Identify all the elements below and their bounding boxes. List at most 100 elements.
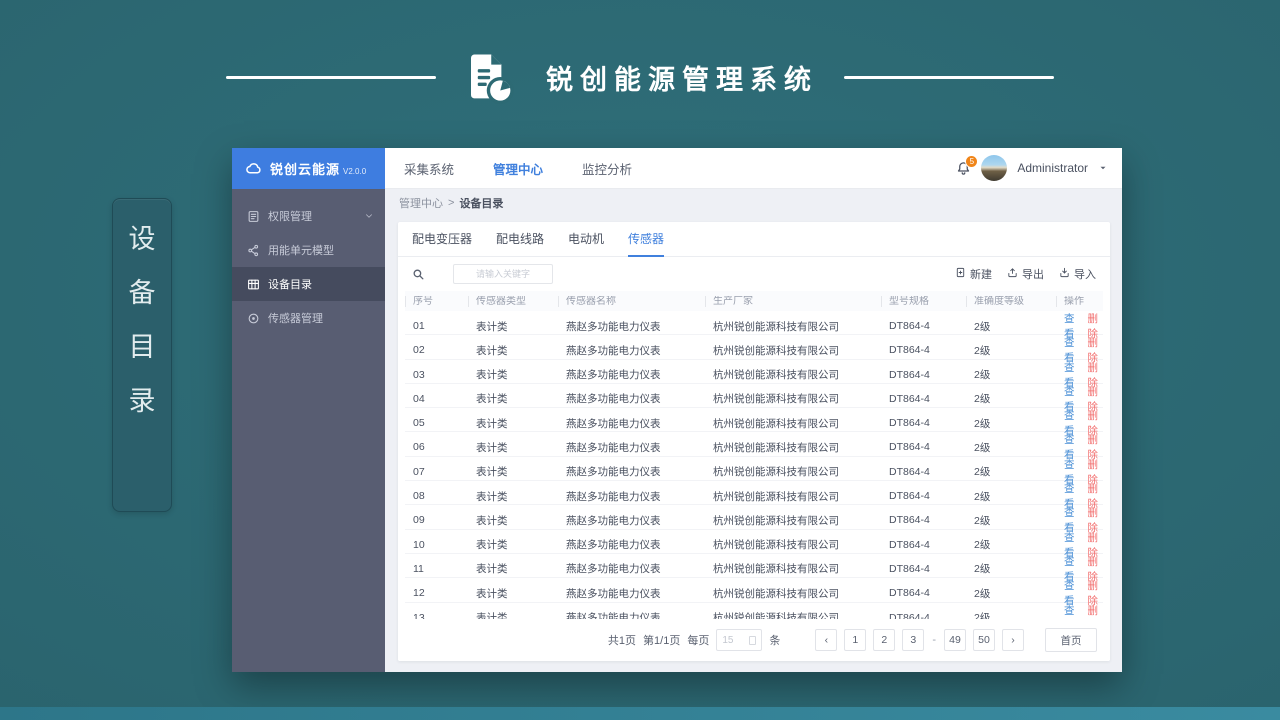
page-button-3[interactable]: 3 (902, 629, 925, 651)
cell-name: 燕赵多功能电力仪表 (566, 393, 661, 406)
page-title: 锐创能源管理系统 (546, 64, 818, 95)
per-page-input[interactable]: 15 (716, 629, 763, 651)
cell-type: 表计类 (476, 490, 508, 503)
table-row: 12 表计类 燕赵多功能电力仪表 杭州锐创能源科技有限公司 DT864-4 2级 查看 删除 (405, 578, 1103, 607)
table-header: 序号 传感器类型 传感器名称 生产厂家 型号规格 准确度等级 操作 (405, 291, 1103, 311)
create-button[interactable]: 新建 (955, 266, 992, 282)
cell-type: 表计类 (476, 466, 508, 479)
page-button-49[interactable]: 49 (944, 629, 966, 651)
sidebar-item-sensor-management[interactable]: 传感器管理 (232, 301, 385, 335)
cell-no: 12 (413, 587, 425, 600)
cloud-icon (245, 160, 263, 178)
column-header: 型号规格 (881, 295, 966, 307)
cell-model: DT864-4 (889, 562, 930, 575)
cell-grade: 2级 (974, 563, 991, 576)
cell-vendor: 杭州锐创能源科技有限公司 (713, 344, 839, 357)
import-button[interactable]: 导入 (1059, 266, 1096, 282)
pagination: 共1页 第1/1页 每页 15 条 ‹ 1 2 3-49 50 › 首页 (398, 619, 1110, 661)
sidebar-item-device-catalog[interactable]: 设备目录 (232, 267, 385, 301)
side-label-char: 备 (128, 278, 156, 308)
cell-no: 04 (413, 392, 425, 405)
table-row: 09 表计类 燕赵多功能电力仪表 杭州锐创能源科技有限公司 DT864-4 2级 查看 删除 (405, 505, 1103, 534)
toolbar: 新建 导出 导入 (955, 266, 1096, 282)
cell-type: 表计类 (476, 514, 508, 527)
cell-type: 表计类 (476, 539, 508, 552)
cell-name: 燕赵多功能电力仪表 (566, 514, 661, 527)
tab-power-line[interactable]: 配电线路 (496, 230, 544, 256)
cell-vendor: 杭州锐创能源科技有限公司 (713, 441, 839, 454)
cell-grade: 2级 (974, 539, 991, 552)
breadcrumb-separator: > (448, 197, 455, 209)
table-row: 03 表计类 燕赵多功能电力仪表 杭州锐创能源科技有限公司 DT864-4 2级 查看 删除 (405, 360, 1103, 389)
cell-grade: 2级 (974, 490, 991, 503)
page-button-1[interactable]: 1 (844, 629, 867, 651)
cell-vendor: 杭州锐创能源科技有限公司 (713, 466, 839, 479)
cell-grade: 2级 (974, 393, 991, 406)
cell-no: 06 (413, 441, 425, 454)
cell-no: 05 (413, 417, 425, 430)
user-name[interactable]: Administrator (1017, 161, 1088, 175)
avatar[interactable] (981, 155, 1008, 181)
search-row: 新建 导出 导入 (398, 257, 1110, 291)
column-header: 操作 (1056, 295, 1103, 307)
sidebar-item-energy-unit-model[interactable]: 用能单元模型 (232, 233, 385, 267)
logo-version: V2.0.0 (343, 166, 367, 176)
export-icon (1007, 267, 1018, 281)
cell-vendor: 杭州锐创能源科技有限公司 (713, 320, 839, 333)
cell-grade: 2级 (974, 514, 991, 527)
cell-vendor: 杭州锐创能源科技有限公司 (713, 369, 839, 382)
device-card: 配电变压器配电线路电动机传感器 新建 导出 导入 序号传感器类型传感器名称生产厂家型… (398, 222, 1110, 661)
prev-page-button[interactable]: ‹ (815, 629, 838, 651)
side-vertical-label: 设备目录 (112, 198, 172, 512)
cell-name: 燕赵多功能电力仪表 (566, 539, 661, 552)
table-row: 07 表计类 燕赵多功能电力仪表 杭州锐创能源科技有限公司 DT864-4 2级 查看 删除 (405, 457, 1103, 486)
cell-model: DT864-4 (889, 392, 930, 405)
table-row: 05 表计类 燕赵多功能电力仪表 杭州锐创能源科技有限公司 DT864-4 2级 查看 删除 (405, 408, 1103, 437)
bottom-strip (0, 707, 1280, 720)
cell-no: 09 (413, 514, 425, 527)
side-label-char: 目 (128, 332, 156, 362)
sidebar-item-label: 用能单元模型 (268, 245, 334, 257)
cell-name: 燕赵多功能电力仪表 (566, 587, 661, 600)
cell-name: 燕赵多功能电力仪表 (566, 490, 661, 503)
toolbar-button-label: 导入 (1074, 269, 1096, 281)
page-button-2[interactable]: 2 (873, 629, 896, 651)
logo-text: 锐创云能源 (270, 162, 341, 177)
app-window: 锐创云能源 V2.0.0 权限管理 用能单元模型 设备目录 传感器管理 采集系统 管理中… (232, 148, 1122, 672)
page-button-50[interactable]: 50 (973, 629, 995, 651)
table-row: 11 表计类 燕赵多功能电力仪表 杭州锐创能源科技有限公司 DT864-4 2级 查看 删除 (405, 554, 1103, 583)
cell-name: 燕赵多功能电力仪表 (566, 441, 661, 454)
sidebar-item-permission-management[interactable]: 权限管理 (232, 199, 385, 233)
top-navigation: 采集系统 管理中心 监控分析 (404, 159, 632, 178)
cell-type: 表计类 (476, 369, 508, 382)
breadcrumb-parent[interactable]: 管理中心 (399, 195, 443, 211)
tab-motor[interactable]: 电动机 (568, 230, 604, 256)
next-page-button[interactable]: › (1002, 629, 1024, 651)
main-area: 采集系统 管理中心 监控分析 5 Administrator 管理中心 > 设备… (385, 148, 1122, 672)
tab-transformer[interactable]: 配电变压器 (412, 230, 472, 256)
cell-no: 07 (413, 465, 425, 478)
toolbar-button-label: 新建 (970, 269, 992, 281)
side-label-char: 录 (128, 386, 156, 416)
nav-management-center[interactable]: 管理中心 (493, 159, 543, 178)
search-icon[interactable] (412, 268, 425, 281)
cell-type: 表计类 (476, 441, 508, 454)
cell-grade: 2级 (974, 344, 991, 357)
first-page-button[interactable]: 首页 (1045, 628, 1097, 652)
chevron-down-icon[interactable] (1098, 163, 1108, 173)
export-button[interactable]: 导出 (1007, 266, 1044, 282)
topbar-right: 5 Administrator (956, 154, 1108, 181)
cell-model: DT864-4 (889, 538, 930, 551)
search-input[interactable] (453, 264, 553, 284)
nav-collection-system[interactable]: 采集系统 (404, 159, 454, 178)
nav-monitoring-analysis[interactable]: 监控分析 (582, 159, 632, 178)
cell-model: DT864-4 (889, 587, 930, 600)
cell-model: DT864-4 (889, 490, 930, 503)
content-area: 配电变压器配电线路电动机传感器 新建 导出 导入 序号传感器类型传感器名称生产厂家型… (385, 217, 1122, 672)
notification-bell-icon[interactable]: 5 (956, 154, 979, 176)
column-header: 传感器名称 (558, 295, 705, 307)
cell-no: 11 (413, 562, 424, 575)
tab-sensor[interactable]: 传感器 (628, 230, 665, 257)
cell-vendor: 杭州锐创能源科技有限公司 (713, 393, 839, 406)
sidebar: 锐创云能源 V2.0.0 权限管理用能单元模型设备目录 传感器管理 (232, 148, 385, 672)
